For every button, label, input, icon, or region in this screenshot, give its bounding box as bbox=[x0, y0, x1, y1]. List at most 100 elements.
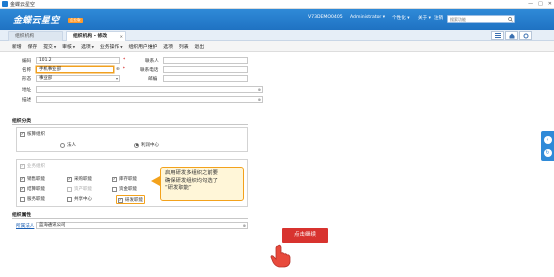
exit-button[interactable]: 退出 bbox=[195, 43, 205, 50]
asset-checkbox[interactable]: 资产职能 bbox=[67, 186, 92, 192]
phone-input[interactable] bbox=[163, 66, 248, 73]
profit-center-radio[interactable]: 利润中心 bbox=[134, 142, 159, 148]
phone-label: 联系电话 bbox=[140, 67, 159, 73]
chevron-down-icon: ▾ bbox=[115, 76, 118, 81]
shared-center-label: 共享中心 bbox=[74, 197, 92, 202]
checkbox-checked-icon: ✓ bbox=[67, 176, 72, 182]
multilang-icon[interactable]: ⊕ bbox=[258, 87, 261, 92]
org-category-title: 组织分类 bbox=[12, 119, 32, 124]
sales-checkbox[interactable]: ✓ 销售职能 bbox=[20, 176, 45, 182]
sales-label: 销售职能 bbox=[27, 177, 45, 182]
affiliated-legal-input[interactable]: 蓝海通讯公司 ⊕ bbox=[36, 222, 248, 229]
audit-button[interactable]: 审核▼ bbox=[62, 43, 75, 50]
business-org-checkbox[interactable]: ✓ 业务组织 bbox=[20, 163, 45, 169]
service-checkbox[interactable]: 服务职能 bbox=[20, 196, 45, 202]
about-menu[interactable]: 关于 ▾ bbox=[418, 15, 431, 21]
window-titlebar: 金蝶云星空 — □ ✕ bbox=[0, 0, 554, 9]
submit-label: 提交 bbox=[43, 44, 53, 50]
search-box[interactable] bbox=[447, 15, 515, 23]
tab-org-list[interactable]: 组织机构 bbox=[8, 31, 63, 41]
affiliated-legal-link[interactable]: 所属法人 bbox=[16, 223, 34, 229]
app-icon bbox=[2, 1, 8, 7]
settlement-checkbox[interactable]: ✓ 结算职能 bbox=[20, 186, 45, 192]
multilang-icon[interactable]: ⊕ bbox=[116, 67, 120, 72]
purchase-label: 采购职能 bbox=[74, 177, 92, 182]
contact-input[interactable] bbox=[163, 57, 248, 64]
tooltip-line: 确保研发组织均勾选了 bbox=[165, 177, 218, 184]
section-divider bbox=[12, 124, 248, 125]
org-user-maintain-button[interactable]: 组织用户维护 bbox=[129, 43, 158, 50]
list-button[interactable]: 列表 bbox=[179, 43, 189, 50]
checkbox-checked-icon: ✓ bbox=[20, 186, 25, 192]
multilang-icon[interactable]: ⊕ bbox=[243, 223, 246, 228]
accounting-org-label: 核算组织 bbox=[27, 132, 45, 137]
rnd-highlight bbox=[116, 195, 145, 204]
prev-next-button[interactable]: 选项▼ bbox=[81, 43, 94, 50]
required-mark: * bbox=[122, 67, 126, 72]
app-header: 金蝶云星空 企业版 V73DEMO0405 Administrator ▾ 个性… bbox=[0, 9, 554, 30]
window-controls: — □ ✕ bbox=[528, 1, 552, 7]
inventory-label: 库存职能 bbox=[119, 177, 137, 182]
window-title: 金蝶云星空 bbox=[10, 1, 36, 8]
service-label: 服务职能 bbox=[27, 197, 45, 202]
account-name[interactable]: V73DEMO0405 bbox=[308, 15, 343, 20]
settings-icon[interactable] bbox=[519, 31, 532, 40]
refresh-icon[interactable]: ↻ bbox=[543, 148, 552, 157]
user-menu[interactable]: Administrator ▾ bbox=[350, 15, 385, 20]
type-row: 形态 事业部 ▾ bbox=[22, 75, 120, 82]
side-panel: ‹ ↻ bbox=[541, 131, 554, 161]
code-row: 编码 101.2 * bbox=[22, 57, 125, 64]
search-input[interactable] bbox=[448, 16, 506, 22]
section-divider bbox=[12, 218, 248, 219]
chevron-down-icon: ▼ bbox=[120, 44, 123, 49]
business-ops-button[interactable]: 业务操作▼ bbox=[100, 43, 123, 50]
org-category-box: ✓ 核算组织 法人 利润中心 bbox=[16, 127, 248, 152]
collapse-icon[interactable]: ‹ bbox=[543, 135, 552, 144]
tab-org-edit[interactable]: 组织机构 - 修改 ✕ bbox=[66, 31, 126, 41]
personalize-menu[interactable]: 个性化 ▾ bbox=[392, 15, 410, 21]
legal-person-radio[interactable]: 法人 bbox=[60, 142, 76, 148]
fund-checkbox[interactable]: 资金职能 bbox=[112, 186, 137, 192]
contact-row: 联系人 bbox=[145, 57, 248, 64]
home-icon[interactable] bbox=[505, 31, 518, 40]
user-name: Administrator bbox=[350, 15, 382, 20]
chevron-down-icon: ▼ bbox=[72, 44, 76, 49]
new-button[interactable]: 新增 bbox=[12, 43, 22, 50]
accounting-org-checkbox[interactable]: ✓ 核算组织 bbox=[20, 131, 45, 137]
tab-label: 组织机构 - 修改 bbox=[73, 34, 108, 39]
audit-label: 审核 bbox=[62, 44, 72, 50]
checkbox-checked-icon: ✓ bbox=[20, 163, 25, 169]
remark-input[interactable]: ⊕ bbox=[36, 96, 263, 103]
purchase-checkbox[interactable]: ✓ 采购职能 bbox=[67, 176, 92, 182]
affiliated-legal-value: 蓝海通讯公司 bbox=[39, 223, 66, 228]
options-button[interactable]: 选项 bbox=[163, 43, 173, 50]
multilang-icon[interactable]: ⊕ bbox=[258, 97, 261, 102]
maximize-icon[interactable]: □ bbox=[538, 1, 543, 7]
logout-link[interactable]: 注销 bbox=[434, 15, 443, 21]
asset-label: 资产职能 bbox=[74, 187, 92, 192]
name-input[interactable]: 手机事业部 bbox=[36, 66, 114, 73]
submit-button[interactable]: 提交▼ bbox=[43, 43, 56, 50]
minimize-icon[interactable]: — bbox=[528, 1, 533, 7]
address-input[interactable]: ⊕ bbox=[36, 86, 263, 93]
code-label: 编码 bbox=[22, 58, 32, 64]
list-view-icon[interactable] bbox=[491, 31, 504, 40]
remark-label: 描述 bbox=[22, 97, 32, 103]
chevron-down-icon: ▼ bbox=[91, 44, 94, 49]
legal-person-label: 法人 bbox=[67, 143, 76, 148]
tooltip-line: “研发职能” bbox=[165, 185, 192, 191]
tooltip-line: 启用研发多组织之前要 bbox=[165, 170, 218, 176]
checkbox-checked-icon: ✓ bbox=[112, 176, 117, 182]
type-select[interactable]: 事业部 ▾ bbox=[36, 75, 120, 82]
product-logo: 金蝶云星空 bbox=[13, 16, 60, 26]
inventory-checkbox[interactable]: ✓ 库存职能 bbox=[112, 176, 137, 182]
shared-center-checkbox[interactable]: 共享中心 bbox=[67, 196, 92, 202]
continue-button[interactable]: 点击继续 bbox=[282, 228, 328, 243]
postcode-input[interactable] bbox=[163, 75, 248, 82]
close-icon[interactable]: ✕ bbox=[548, 1, 552, 7]
code-input[interactable]: 101.2 bbox=[36, 57, 120, 64]
tooltip-arrow bbox=[151, 176, 160, 186]
postcode-label: 邮编 bbox=[148, 76, 158, 82]
search-icon[interactable] bbox=[508, 17, 513, 22]
save-button[interactable]: 保存 bbox=[28, 43, 38, 50]
